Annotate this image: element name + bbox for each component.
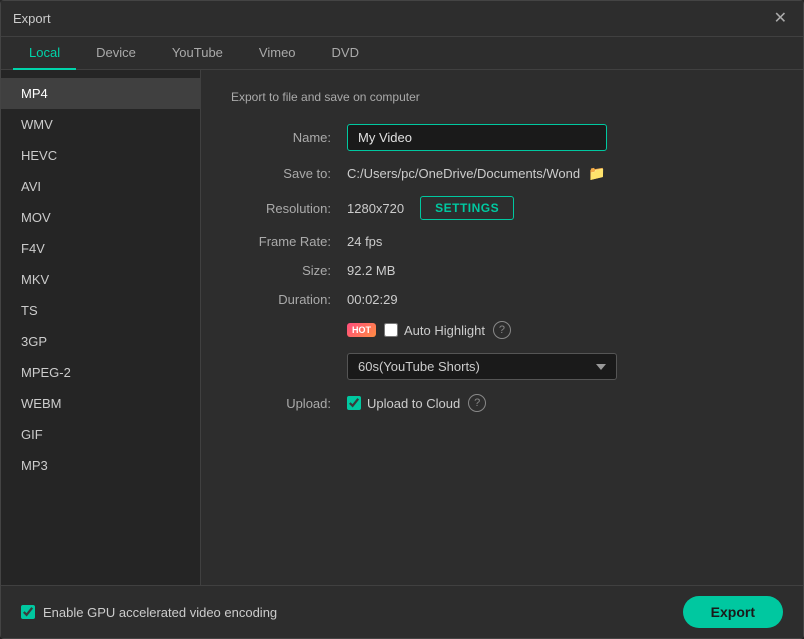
upload-help-icon[interactable]: ? (468, 394, 486, 412)
duration-value: 00:02:29 (347, 292, 398, 307)
sidebar-item-3gp[interactable]: 3GP (1, 326, 200, 357)
save-to-path: C:/Users/pc/OneDrive/Documents/Wond (347, 166, 580, 181)
main-panel: Export to file and save on computer Name… (201, 70, 803, 585)
tab-youtube[interactable]: YouTube (156, 37, 239, 70)
sidebar-item-ts[interactable]: TS (1, 295, 200, 326)
resolution-value: 1280x720 (347, 201, 404, 216)
hot-badge: HOT (347, 323, 376, 337)
tab-bar: Local Device YouTube Vimeo DVD (1, 37, 803, 70)
section-title: Export to file and save on computer (231, 90, 773, 104)
auto-highlight-row: HOT Auto Highlight ? (231, 321, 773, 339)
auto-highlight-help-icon[interactable]: ? (493, 321, 511, 339)
save-to-row: Save to: C:/Users/pc/OneDrive/Documents/… (231, 165, 773, 182)
duration-label: Duration: (231, 292, 331, 307)
sidebar-item-mp3[interactable]: MP3 (1, 450, 200, 481)
frame-rate-label: Frame Rate: (231, 234, 331, 249)
tab-device[interactable]: Device (80, 37, 152, 70)
frame-rate-value: 24 fps (347, 234, 382, 249)
youtube-shorts-dropdown-container: 60s(YouTube Shorts) 30s 15s (347, 353, 773, 380)
sidebar-item-mp4[interactable]: MP4 (1, 78, 200, 109)
upload-row: Upload: Upload to Cloud ? (231, 394, 773, 412)
footer: Enable GPU accelerated video encoding Ex… (1, 585, 803, 638)
frame-rate-row: Frame Rate: 24 fps (231, 234, 773, 249)
settings-button[interactable]: SETTINGS (420, 196, 514, 220)
save-to-container: C:/Users/pc/OneDrive/Documents/Wond 📁 (347, 165, 606, 182)
name-label: Name: (231, 130, 331, 145)
sidebar-item-hevc[interactable]: HEVC (1, 140, 200, 171)
highlight-container: HOT Auto Highlight ? (347, 321, 511, 339)
upload-label: Upload: (231, 396, 331, 411)
upload-container: Upload to Cloud ? (347, 394, 486, 412)
tab-local[interactable]: Local (13, 37, 76, 70)
sidebar-item-mpeg2[interactable]: MPEG-2 (1, 357, 200, 388)
folder-icon[interactable]: 📁 (588, 165, 605, 182)
save-to-label: Save to: (231, 166, 331, 181)
sidebar-item-gif[interactable]: GIF (1, 419, 200, 450)
upload-to-cloud-label[interactable]: Upload to Cloud (347, 396, 460, 411)
sidebar-item-avi[interactable]: AVI (1, 171, 200, 202)
content-area: MP4 WMV HEVC AVI MOV F4V MKV TS 3GP MPEG… (1, 70, 803, 585)
resolution-label: Resolution: (231, 201, 331, 216)
resolution-container: 1280x720 SETTINGS (347, 196, 514, 220)
youtube-shorts-dropdown[interactable]: 60s(YouTube Shorts) 30s 15s (347, 353, 617, 380)
name-input[interactable] (347, 124, 607, 151)
auto-highlight-label[interactable]: Auto Highlight (384, 323, 485, 338)
auto-highlight-checkbox[interactable] (384, 323, 398, 337)
resolution-row: Resolution: 1280x720 SETTINGS (231, 196, 773, 220)
size-value: 92.2 MB (347, 263, 395, 278)
sidebar-item-mov[interactable]: MOV (1, 202, 200, 233)
sidebar-item-webm[interactable]: WEBM (1, 388, 200, 419)
window-title: Export (13, 11, 51, 26)
gpu-encoding-label[interactable]: Enable GPU accelerated video encoding (21, 605, 277, 620)
name-row: Name: (231, 124, 773, 151)
size-row: Size: 92.2 MB (231, 263, 773, 278)
sidebar-item-wmv[interactable]: WMV (1, 109, 200, 140)
tab-dvd[interactable]: DVD (316, 37, 375, 70)
sidebar: MP4 WMV HEVC AVI MOV F4V MKV TS 3GP MPEG… (1, 70, 201, 585)
sidebar-item-f4v[interactable]: F4V (1, 233, 200, 264)
title-bar: Export ✕ (1, 1, 803, 37)
close-button[interactable]: ✕ (770, 9, 791, 29)
export-button[interactable]: Export (683, 596, 783, 628)
upload-to-cloud-checkbox[interactable] (347, 396, 361, 410)
export-window: Export ✕ Local Device YouTube Vimeo DVD … (0, 0, 804, 639)
duration-row: Duration: 00:02:29 (231, 292, 773, 307)
size-label: Size: (231, 263, 331, 278)
tab-vimeo[interactable]: Vimeo (243, 37, 312, 70)
sidebar-item-mkv[interactable]: MKV (1, 264, 200, 295)
gpu-encoding-checkbox[interactable] (21, 605, 35, 619)
